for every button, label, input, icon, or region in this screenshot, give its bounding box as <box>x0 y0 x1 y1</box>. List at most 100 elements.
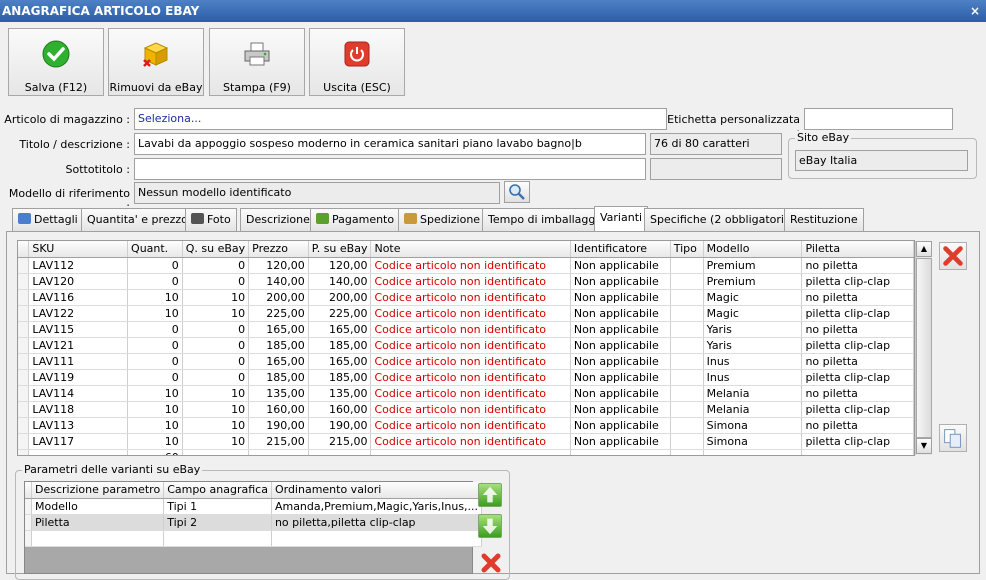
column-header[interactable]: Quant. <box>127 241 183 258</box>
table-cell[interactable]: Codice articolo non identificato <box>370 385 571 402</box>
table-cell[interactable]: Codice articolo non identificato <box>370 353 571 370</box>
table-cell[interactable]: 0 <box>127 369 183 386</box>
table-cell[interactable] <box>271 530 483 547</box>
table-cell[interactable] <box>570 449 671 455</box>
table-cell[interactable] <box>670 449 704 455</box>
table-cell[interactable]: no piletta <box>801 417 914 434</box>
table-cell[interactable]: Premium <box>703 257 803 274</box>
table-cell[interactable]: 135,00 <box>308 385 372 402</box>
table-cell[interactable]: 160,00 <box>248 401 309 418</box>
column-header[interactable]: P. su eBay <box>308 241 372 258</box>
delete-param-button[interactable] <box>478 550 504 574</box>
table-cell[interactable] <box>248 449 309 455</box>
table-cell[interactable]: 185,00 <box>308 337 372 354</box>
table-cell[interactable]: 10 <box>127 305 183 322</box>
table-cell[interactable]: Simona <box>703 417 803 434</box>
etichetta-input[interactable] <box>804 108 953 130</box>
table-cell[interactable]: 140,00 <box>248 273 309 290</box>
table-cell[interactable]: LAV113 <box>28 417 129 434</box>
table-cell[interactable]: 0 <box>182 353 250 370</box>
move-down-button[interactable] <box>478 514 502 538</box>
table-cell[interactable]: 10 <box>127 385 183 402</box>
table-cell[interactable]: 60 <box>127 449 183 455</box>
table-cell[interactable]: no piletta <box>801 353 914 370</box>
table-cell[interactable]: 200,00 <box>308 289 372 306</box>
tab-tempo-imballaggio[interactable]: Tempo di imballaggio <box>482 208 612 231</box>
table-cell[interactable]: 10 <box>182 289 250 306</box>
table-cell[interactable]: Non applicabile <box>570 369 671 386</box>
table-cell[interactable]: Codice articolo non identificato <box>370 305 571 322</box>
table-cell[interactable] <box>163 530 272 547</box>
table-cell[interactable]: 0 <box>182 273 250 290</box>
table-row[interactable]: LAV115 0 0 165,00 165,00 Codice articolo non … <box>18 321 914 338</box>
column-header[interactable]: Note <box>370 241 571 258</box>
tab-spedizione[interactable]: Spedizione <box>398 208 487 231</box>
table-cell[interactable]: piletta clip-clap <box>801 337 914 354</box>
table-cell[interactable]: piletta clip-clap <box>801 401 914 418</box>
table-cell[interactable] <box>670 401 704 418</box>
table-cell[interactable]: 140,00 <box>308 273 372 290</box>
table-row[interactable]: LAV113 10 10 190,00 190,00 Codice articolo no… <box>18 417 914 434</box>
tab-specifiche[interactable]: Specifiche (2 obbligatorie) <box>644 208 802 231</box>
table-cell[interactable]: Non applicabile <box>570 337 671 354</box>
table-cell[interactable]: 215,00 <box>308 433 372 450</box>
table-cell[interactable] <box>670 257 704 274</box>
table-cell[interactable]: Tipi 1 <box>163 498 272 515</box>
row-indicator[interactable] <box>18 289 30 306</box>
table-cell[interactable] <box>801 449 914 455</box>
tab-restituzione[interactable]: Restituzione <box>784 208 864 231</box>
table-cell[interactable]: 0 <box>127 257 183 274</box>
table-row-partial[interactable]: 60 <box>18 449 914 455</box>
row-indicator[interactable] <box>18 449 30 455</box>
table-cell[interactable] <box>28 449 129 455</box>
table-cell[interactable]: Codice articolo non identificato <box>370 257 571 274</box>
articolo-select[interactable]: Seleziona... <box>134 108 667 130</box>
column-header[interactable]: SKU <box>28 241 129 258</box>
table-cell[interactable]: 225,00 <box>248 305 309 322</box>
row-indicator[interactable] <box>18 305 30 322</box>
table-cell[interactable]: Non applicabile <box>570 257 671 274</box>
table-cell[interactable]: LAV121 <box>28 337 129 354</box>
row-indicator[interactable] <box>18 369 30 386</box>
table-cell[interactable]: LAV118 <box>28 401 129 418</box>
tab-dettagli[interactable]: Dettagli <box>12 208 84 231</box>
column-header[interactable]: Q. su eBay <box>182 241 250 258</box>
table-cell[interactable]: Yaris <box>703 337 803 354</box>
table-cell[interactable]: 165,00 <box>248 321 309 338</box>
table-cell[interactable]: Non applicabile <box>570 417 671 434</box>
tab-descrizione[interactable]: Descrizione <box>240 208 316 231</box>
table-cell[interactable]: Codice articolo non identificato <box>370 289 571 306</box>
save-button[interactable]: Salva (F12) <box>8 28 104 96</box>
table-cell[interactable]: Inus <box>703 353 803 370</box>
close-icon[interactable]: × <box>970 0 980 22</box>
table-row[interactable]: LAV120 0 0 140,00 140,00 Codice articolo non … <box>18 273 914 290</box>
copy-variant-button[interactable] <box>939 424 967 452</box>
table-cell[interactable] <box>670 337 704 354</box>
table-cell[interactable]: Non applicabile <box>570 305 671 322</box>
table-cell[interactable]: 10 <box>182 433 250 450</box>
table-cell[interactable]: 120,00 <box>308 257 372 274</box>
table-row[interactable]: LAV119 0 0 185,00 185,00 Codice articolo non … <box>18 369 914 386</box>
scroll-thumb[interactable] <box>916 258 932 438</box>
table-row[interactable]: LAV114 10 10 135,00 135,00 Codice articolo no… <box>18 385 914 402</box>
table-cell[interactable]: Premium <box>703 273 803 290</box>
table-row[interactable]: Modello Tipi 1 Amanda,Premium,Magic,Yaris,… <box>25 498 483 515</box>
table-row[interactable]: LAV112 0 0 120,00 120,00 Codice articolo non … <box>18 257 914 274</box>
table-cell[interactable]: LAV119 <box>28 369 129 386</box>
table-row[interactable]: LAV111 0 0 165,00 165,00 Codice articolo non … <box>18 353 914 370</box>
table-row[interactable]: LAV118 10 10 160,00 160,00 Codice articolo no… <box>18 401 914 418</box>
table-cell[interactable]: 160,00 <box>308 401 372 418</box>
table-cell[interactable]: 165,00 <box>308 353 372 370</box>
table-cell[interactable]: LAV111 <box>28 353 129 370</box>
table-cell[interactable]: Tipi 2 <box>163 514 272 531</box>
table-row[interactable]: LAV117 10 10 215,00 215,00 Codice articolo no… <box>18 433 914 450</box>
table-cell[interactable] <box>670 273 704 290</box>
row-indicator[interactable] <box>18 433 30 450</box>
table-cell[interactable]: Piletta <box>31 514 165 531</box>
table-cell[interactable]: 190,00 <box>248 417 309 434</box>
table-cell[interactable] <box>670 289 704 306</box>
table-cell[interactable]: no piletta,piletta clip-clap <box>271 514 483 531</box>
column-header[interactable]: Descrizione parametro <box>31 482 165 499</box>
move-up-button[interactable] <box>478 483 502 507</box>
table-cell[interactable] <box>670 385 704 402</box>
